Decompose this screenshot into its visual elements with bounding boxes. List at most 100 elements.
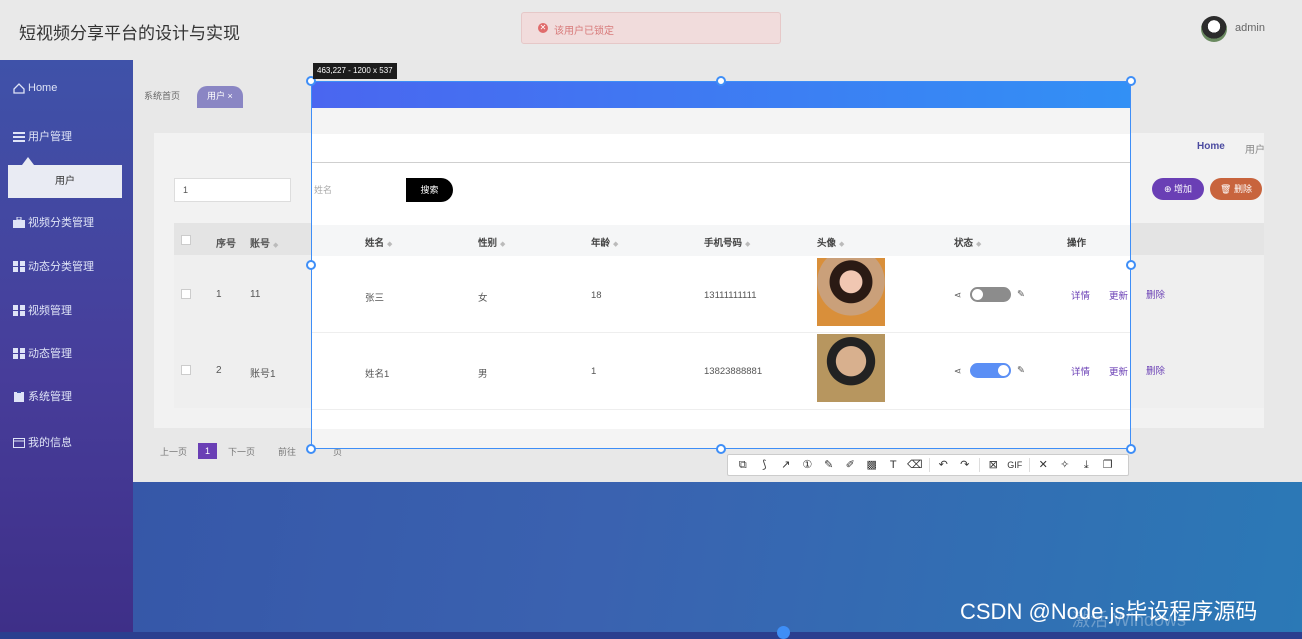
header-account[interactable]: 账号 ◆ [250, 235, 278, 250]
copy-icon[interactable]: ❐ [1097, 455, 1119, 475]
cell-index: 1 [216, 289, 222, 300]
capture-region[interactable]: 姓名 搜索 姓名 ◆ 性别 ◆ 年龄 ◆ 手机号码 ◆ 头像 ◆ 状态 ◆ 操作 张三 女 … [311, 81, 1131, 449]
ocr-icon[interactable]: ⊠ [983, 455, 1005, 475]
list-icon [13, 131, 25, 142]
update-link[interactable]: 更新 [1109, 288, 1128, 302]
mosaic-icon[interactable]: ▩ [861, 455, 883, 475]
header-status[interactable]: 状态 ◆ [954, 235, 981, 249]
detail-link[interactable]: 详情 [1071, 288, 1090, 302]
breadcrumb-home[interactable]: Home [1197, 141, 1225, 152]
prev-page[interactable]: 上一页 [160, 445, 187, 458]
share-icon[interactable]: ⋖ [954, 290, 962, 301]
sort-icon: ◆ [976, 241, 982, 248]
redo-icon[interactable]: ↷ [954, 455, 976, 475]
sidebar-item-label: 用户管理 [28, 131, 72, 143]
resize-handle-w[interactable] [306, 260, 316, 270]
sidebar-item-video[interactable]: 视频管理 [13, 302, 72, 318]
add-button[interactable]: ⊕ 增加 [1152, 178, 1204, 200]
resize-handle-s[interactable] [716, 444, 726, 454]
edit-icon[interactable]: ✎ [1017, 289, 1025, 300]
status-toggle[interactable] [970, 287, 1011, 302]
header-index: 序号 [216, 239, 236, 250]
close-icon[interactable]: ✕ [1033, 455, 1055, 475]
header-name[interactable]: 姓名 ◆ [365, 235, 392, 249]
undo-icon[interactable]: ↶ [933, 455, 955, 475]
sidebar-item-dynamic-category[interactable]: 动态分类管理 [13, 258, 94, 274]
sidebar-item-home[interactable]: Home [13, 82, 57, 94]
next-page[interactable]: 下一页 [228, 445, 255, 458]
table-row[interactable]: 张三 女 18 13111111111 ⋖ ✎ 详情 更新 [312, 256, 1130, 333]
pin-icon[interactable]: ✧ [1054, 455, 1076, 475]
sidebar-item-my-info[interactable]: 我的信息 [13, 434, 72, 450]
avatar[interactable] [1201, 16, 1227, 42]
page-number[interactable]: 1 [198, 443, 217, 459]
sidebar-item-users[interactable]: 用户管理 [13, 128, 72, 144]
resize-handle-se[interactable] [1126, 444, 1136, 454]
sidebar-item-video-category[interactable]: 视频分类管理 [13, 214, 94, 230]
resize-handle-n[interactable] [716, 76, 726, 86]
search-button[interactable]: 搜索 [406, 178, 453, 202]
sort-icon: ◆ [613, 241, 619, 248]
tab-users[interactable]: 用户 × [197, 86, 243, 108]
cell-account: 账号1 [250, 369, 276, 380]
resize-handle-ne[interactable] [1126, 76, 1136, 86]
cell-age: 18 [591, 290, 602, 301]
sidebar-item-label: 系统管理 [28, 391, 72, 403]
header-age[interactable]: 年龄 ◆ [591, 235, 618, 249]
grid-icon [13, 304, 25, 316]
header-avatar[interactable]: 头像 ◆ [817, 235, 844, 249]
delete-link[interactable]: 删除 [1146, 363, 1165, 377]
header-gender[interactable]: 性别 ◆ [478, 235, 505, 249]
divider [312, 162, 1130, 163]
eraser-icon[interactable]: ⌫ [904, 455, 926, 475]
account-search-input[interactable]: 1 [174, 178, 291, 202]
cell-age: 1 [591, 366, 597, 377]
delete-button[interactable]: 🗑 删除 [1210, 178, 1262, 200]
avatar-photo[interactable] [817, 334, 885, 402]
share-icon[interactable]: ⋖ [954, 366, 962, 377]
delete-label: 删除 [1233, 184, 1252, 194]
grid-icon [13, 260, 25, 272]
sidebar-item-label: 动态管理 [28, 348, 72, 360]
toolbar-divider [928, 458, 930, 472]
delete-link[interactable]: 删除 [1146, 287, 1165, 301]
header-phone-label: 手机号码 [704, 238, 743, 249]
edit-icon[interactable]: ✎ [1017, 365, 1025, 376]
sidebar-item-label: 我的信息 [28, 437, 72, 449]
toolbar-divider [1028, 458, 1030, 472]
gif-button[interactable]: GIF [1004, 455, 1026, 475]
header-name-label: 姓名 [365, 238, 385, 249]
tab-home[interactable]: 系统首页 [134, 86, 191, 108]
select-all-checkbox[interactable] [181, 235, 191, 245]
name-search-input[interactable]: 姓名 [312, 178, 407, 202]
breadcrumb-current: 用户 [1245, 145, 1265, 156]
cell-gender: 女 [478, 293, 488, 304]
number-marker-icon[interactable]: ① [797, 455, 819, 475]
cell-account: 11 [250, 289, 261, 300]
avatar-photo[interactable] [817, 258, 885, 326]
sidebar-item-dynamic[interactable]: 动态管理 [13, 345, 72, 361]
resize-handle-e[interactable] [1126, 260, 1136, 270]
resize-handle-sw[interactable] [306, 444, 316, 454]
row-checkbox[interactable] [181, 365, 191, 375]
pencil-icon[interactable]: ✎ [818, 455, 840, 475]
detail-link[interactable]: 详情 [1071, 364, 1090, 378]
polyline-icon[interactable]: ⟆ [754, 455, 776, 475]
shape-icon[interactable]: ⧉ [732, 455, 754, 475]
sidebar-item-system[interactable]: 系统管理 [13, 388, 72, 404]
download-icon[interactable]: ⤓ [1076, 455, 1098, 475]
toast-message: 该用户已锁定 [554, 26, 614, 37]
arrow-icon[interactable]: ↗ [775, 455, 797, 475]
row-checkbox[interactable] [181, 289, 191, 299]
sidebar-subitem-users[interactable]: 用户 [8, 165, 122, 198]
update-link[interactable]: 更新 [1109, 364, 1128, 378]
username[interactable]: admin [1235, 22, 1265, 34]
table-row[interactable]: 姓名1 男 1 13823888881 ⋖ ✎ 详情 更新 [312, 333, 1130, 410]
marker-icon[interactable]: ✐ [840, 455, 862, 475]
header-phone[interactable]: 手机号码 ◆ [704, 235, 750, 249]
status-toggle[interactable] [970, 363, 1011, 378]
grid-icon [13, 347, 25, 359]
top-bar: 短视频分享平台的设计与实现 ✕ 该用户已锁定 admin [0, 0, 1302, 60]
text-icon[interactable]: T [883, 455, 905, 475]
toggle-knob [972, 289, 983, 300]
